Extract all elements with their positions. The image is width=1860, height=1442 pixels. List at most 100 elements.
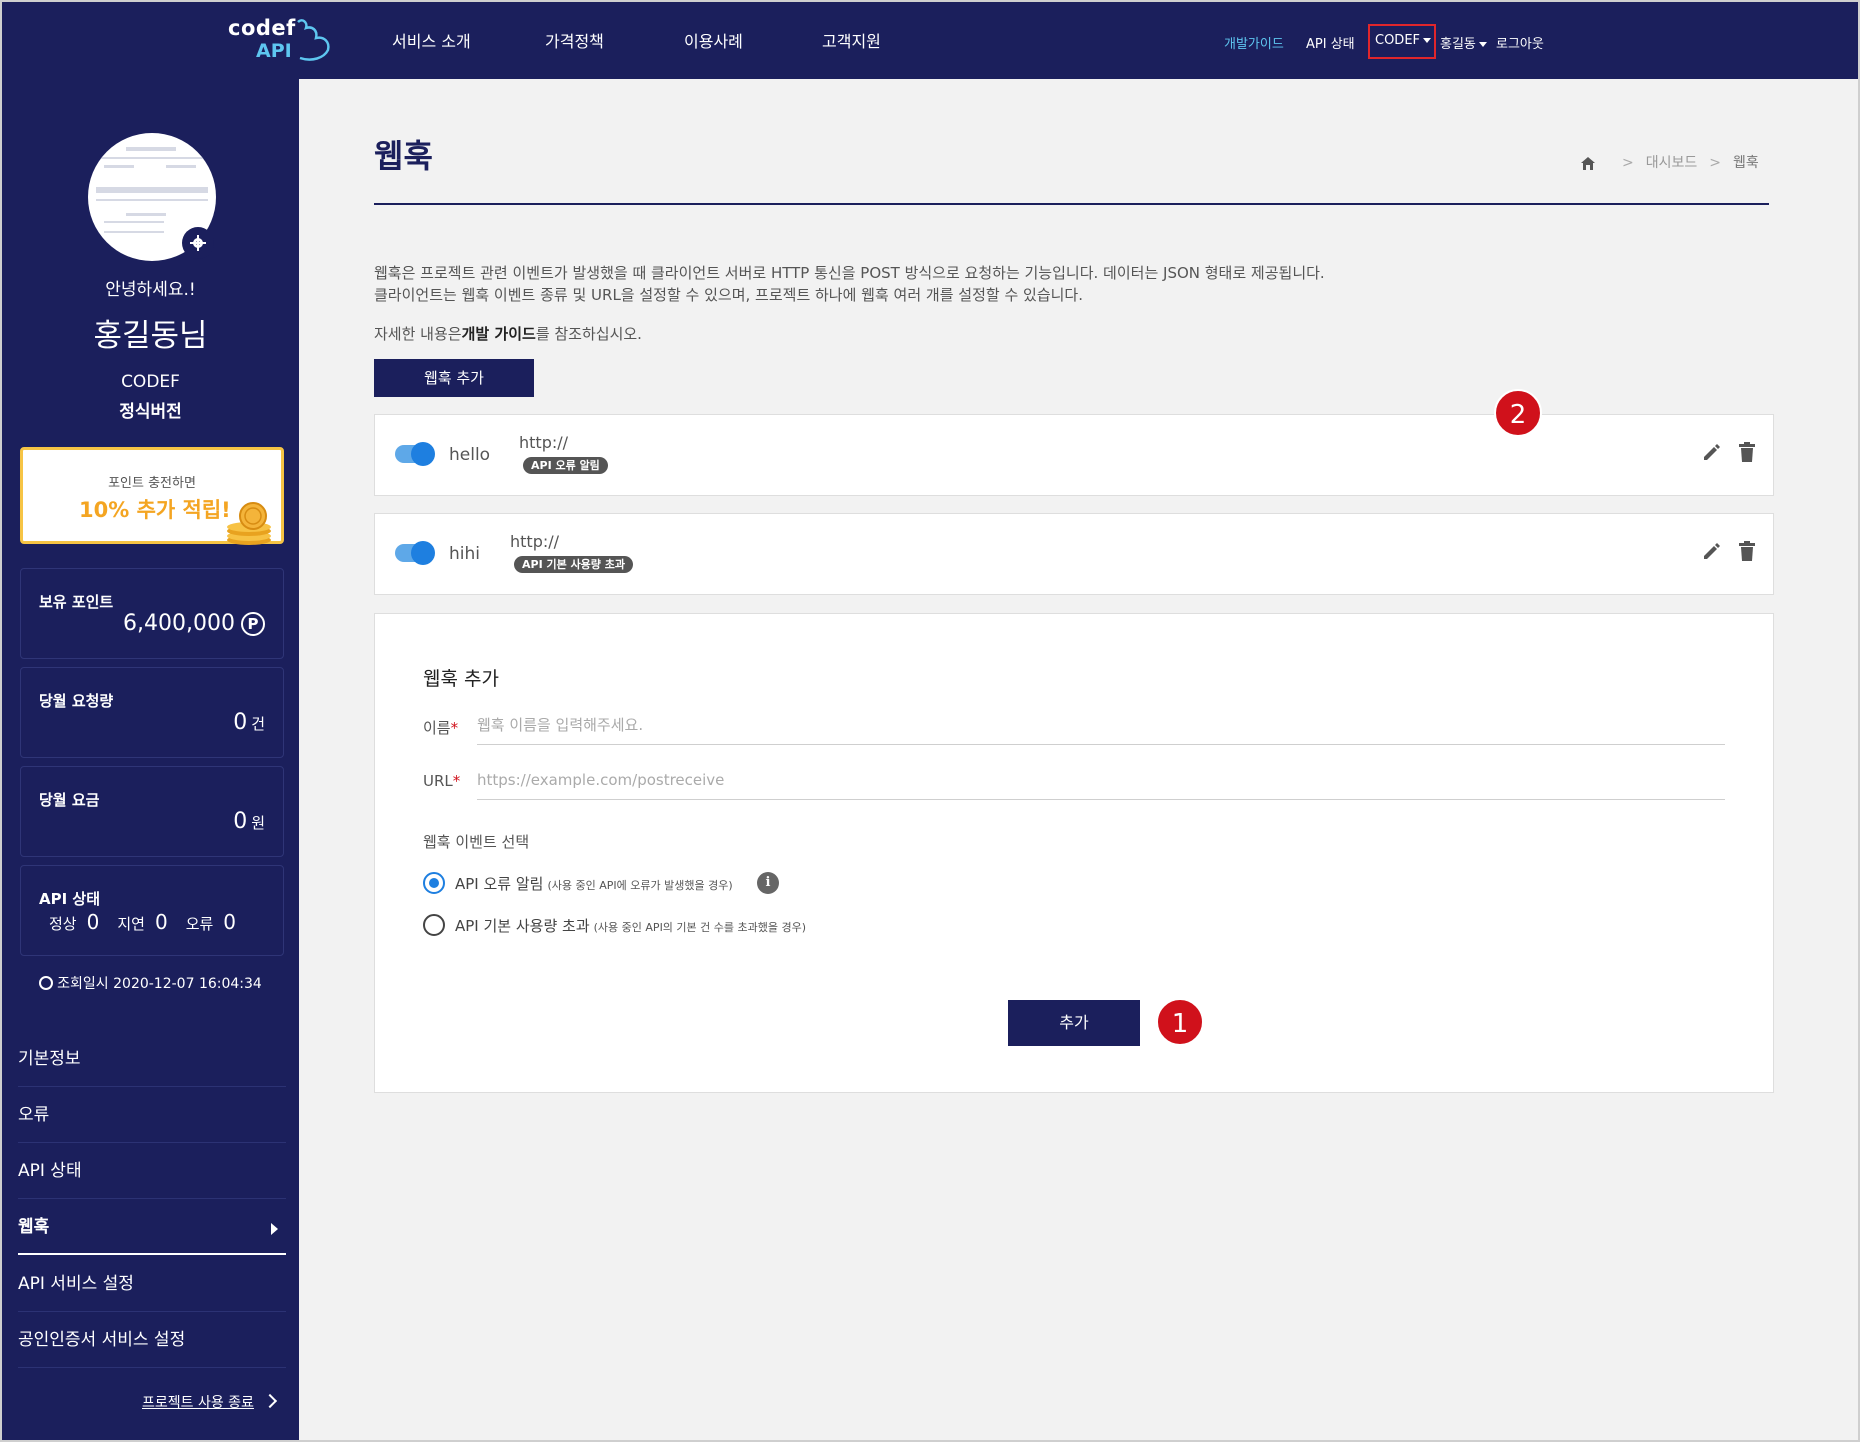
sidebar-item-api-status[interactable]: API 상태: [18, 1143, 286, 1199]
webhook-toggle[interactable]: [395, 541, 435, 565]
event-select-title: 웹훅 이벤트 선택: [423, 833, 530, 851]
webhook-name: hello: [449, 445, 491, 465]
sidebar-item-errors[interactable]: 오류: [18, 1087, 286, 1143]
username: 홍길동님: [93, 318, 208, 354]
fee-value-wrap: 0원: [233, 809, 265, 834]
requests-card: 당월 요청량 0건: [20, 667, 284, 758]
sidebar-menu: 기본정보 오류 API 상태 웹훅 API 서비스 설정 공인인증서 서비스 설…: [2, 1019, 299, 1440]
fee-label: 당월 요금: [39, 791, 100, 809]
home-icon[interactable]: [1580, 156, 1596, 171]
requests-value: 0: [233, 710, 248, 735]
event-error-radio[interactable]: [423, 872, 445, 894]
sidebar-item-webhook-label: 웹훅: [18, 1217, 50, 1237]
breadcrumb-dashboard[interactable]: 대시보드: [1646, 155, 1698, 171]
promo-line2: 10% 추가 적립!: [79, 498, 231, 522]
description-line1: 웹훅은 프로젝트 관련 이벤트가 발생했을 때 클라이언트 서버로 HTTP 통…: [374, 264, 1325, 282]
chevron-down-icon: [1423, 38, 1432, 43]
webhook-event-tag: API 오류 알림: [523, 457, 608, 474]
plan-type: 정식버전: [119, 402, 182, 422]
plan-name: CODEF: [121, 372, 180, 392]
pencil-icon[interactable]: [1701, 540, 1723, 562]
sidebar-item-api-service-settings[interactable]: API 서비스 설정: [18, 1256, 286, 1312]
status-normal-count: 0: [86, 910, 100, 934]
checked-at-text: 조회일시 2020-12-07 16:04:34: [57, 976, 262, 992]
nav-cases[interactable]: 이용사례: [684, 28, 743, 52]
breadcrumb-sep: >: [1709, 155, 1721, 171]
breadcrumb-current: 웹훅: [1733, 155, 1759, 171]
webhook-url: http://: [510, 532, 560, 551]
event-usage-text: API 기본 사용량 초과: [455, 917, 590, 935]
required-mark: *: [452, 772, 461, 790]
info-icon[interactable]: i: [757, 872, 779, 894]
add-webhook-button[interactable]: 웹훅 추가: [374, 359, 534, 397]
required-mark: *: [450, 719, 459, 737]
checked-at: 조회일시 2020-12-07 16:04:34: [2, 973, 299, 993]
status-delay-count: 0: [154, 910, 168, 934]
api-status-label: API 상태: [39, 890, 101, 908]
webhook-item: hihi http:// API 기본 사용량 초과: [374, 513, 1774, 595]
codef-label: CODEF: [1375, 33, 1421, 48]
sidebar-item-basic-info[interactable]: 기본정보: [18, 1031, 286, 1087]
breadcrumb: > 대시보드 > 웹훅: [1580, 152, 1759, 172]
webhook-name: hihi: [449, 544, 480, 564]
step-badge-2: 2: [1494, 389, 1542, 437]
nav-support[interactable]: 고객지원: [822, 28, 881, 52]
coins-icon: [227, 502, 271, 545]
requests-unit: 건: [251, 715, 265, 733]
gear-icon[interactable]: [182, 227, 214, 259]
dev-guide-link[interactable]: 개발 가이드: [462, 325, 536, 343]
webhook-event-tag: API 기본 사용량 초과: [514, 556, 633, 573]
points-value: 6,400,000: [123, 611, 235, 636]
form-title: 웹훅 추가: [423, 668, 499, 690]
event-usage-label[interactable]: API 기본 사용량 초과 (사용 중인 API의 기본 건 수를 초과했을 경우…: [455, 915, 806, 936]
nav-pricing[interactable]: 가격정책: [545, 28, 604, 52]
codef-dropdown[interactable]: CODEF: [1375, 33, 1432, 48]
status-normal-label: 정상: [49, 915, 77, 933]
chevron-down-icon: [1478, 42, 1487, 47]
promo-line1: 포인트 충전하면: [108, 476, 196, 491]
event-error-note: (사용 중인 API에 오류가 발생했을 경우): [547, 879, 733, 892]
webhook-toggle[interactable]: [395, 442, 435, 466]
step-badge-1: 1: [1156, 998, 1204, 1046]
nav-api-status[interactable]: API 상태: [1306, 33, 1355, 52]
logout-link[interactable]: 로그아웃: [1496, 33, 1544, 52]
name-label: 이름*: [423, 717, 458, 738]
event-usage-radio[interactable]: [423, 914, 445, 936]
user-dropdown[interactable]: 홍길동: [1440, 33, 1487, 52]
end-project-link[interactable]: 프로젝트 사용 종료: [142, 1392, 254, 1412]
app-frame: codef API 서비스 소개 가격정책 이용사례 고객지원 개발가이드 AP…: [0, 0, 1860, 1442]
url-label-text: URL: [423, 772, 453, 790]
name-label-text: 이름: [423, 719, 451, 737]
add-webhook-form: 웹훅 추가 이름* URL* 웹훅 이벤트 선택 API 오류 알림(사용 중인…: [374, 613, 1774, 1093]
point-promo-banner[interactable]: 포인트 충전하면 10% 추가 적립!: [20, 447, 284, 545]
trash-icon[interactable]: [1737, 540, 1757, 562]
pencil-icon[interactable]: [1701, 441, 1723, 463]
submit-add-button[interactable]: 추가: [1008, 1000, 1140, 1046]
points-label: 보유 포인트: [39, 593, 114, 611]
requests-label: 당월 요청량: [39, 692, 114, 710]
title-divider: [374, 203, 1769, 205]
status-delay-label: 지연: [117, 915, 145, 933]
sidebar-item-cert-settings[interactable]: 공인인증서 서비스 설정: [18, 1312, 286, 1368]
description-line2: 클라이언트는 웹훅 이벤트 종류 및 URL을 설정할 수 있으며, 프로젝트 …: [374, 286, 1083, 304]
codef-logo[interactable]: codef API: [228, 16, 338, 66]
page-title: 웹훅: [374, 137, 433, 175]
webhook-url: http://: [519, 433, 569, 452]
chevron-right-icon: [271, 1223, 278, 1235]
sidebar-item-webhook[interactable]: 웹훅: [18, 1199, 286, 1255]
sidebar: 안녕하세요.! 홍길동님 CODEF 정식버전 포인트 충전하면 10% 추가 …: [2, 79, 299, 1440]
webhook-name-input[interactable]: [477, 712, 1725, 745]
event-error-label[interactable]: API 오류 알림 (사용 중인 API에 오류가 발생했을 경우): [455, 873, 733, 894]
points-value-wrap: 6,400,000 P: [123, 611, 265, 636]
point-icon: P: [241, 612, 265, 636]
webhook-url-input[interactable]: [477, 767, 1725, 800]
logo-text-bottom: API: [256, 40, 292, 62]
points-card: 보유 포인트 6,400,000 P: [20, 568, 284, 659]
description: 웹훅은 프로젝트 관련 이벤트가 발생했을 때 클라이언트 서버로 HTTP 통…: [374, 262, 1325, 306]
nav-service[interactable]: 서비스 소개: [392, 28, 471, 52]
nav-dev-guide[interactable]: 개발가이드: [1224, 33, 1284, 52]
event-usage-note: (사용 중인 API의 기본 건 수를 초과했을 경우): [593, 921, 807, 934]
status-error-label: 오류: [185, 915, 214, 933]
logo-bird-icon: [297, 19, 330, 61]
trash-icon[interactable]: [1737, 441, 1757, 463]
